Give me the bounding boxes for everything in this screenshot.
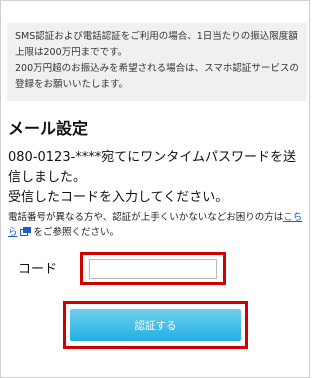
verify-button[interactable]: 認証する <box>70 309 241 341</box>
external-link-icon <box>19 227 31 236</box>
page-title: メール設定 <box>8 119 89 138</box>
otp-message: 080-0123-****宛てにワンタイムパスワードを送信しました。 受信したコ… <box>8 148 304 208</box>
otp-message-line-1: 080-0123-****宛てにワンタイムパスワードを送信しました。 <box>8 150 297 185</box>
help-text-prefix: 電話番号が異なる方や、認証が上手くいかないなどお困りの方は <box>8 212 284 223</box>
notice-line-1: SMS認証および電話認証をご利用の場合、1日当たりの振込限度額上限は200万円ま… <box>15 31 298 58</box>
page-frame: SMS認証および電話認証をご利用の場合、1日当たりの振込限度額上限は200万円ま… <box>0 0 310 378</box>
notice-line-2: 200万円超のお振込みを希望される場合は、スマホ認証サービスの登録をお願いいたし… <box>15 63 299 90</box>
limit-notice: SMS認証および電話認証をご利用の場合、1日当たりの振込限度額上限は200万円ま… <box>7 23 307 101</box>
help-text: 電話番号が異なる方や、認証が上手くいかないなどお困りの方はこちら をご参照ください… <box>8 210 308 240</box>
code-label: コード <box>18 262 58 277</box>
help-text-suffix: をご参照ください。 <box>33 227 120 238</box>
code-input-highlight <box>80 252 226 285</box>
submit-button-highlight: 認証する <box>63 301 248 349</box>
otp-message-line-2: 受信したコードを入力してください。 <box>8 190 229 205</box>
code-input[interactable] <box>89 259 217 279</box>
